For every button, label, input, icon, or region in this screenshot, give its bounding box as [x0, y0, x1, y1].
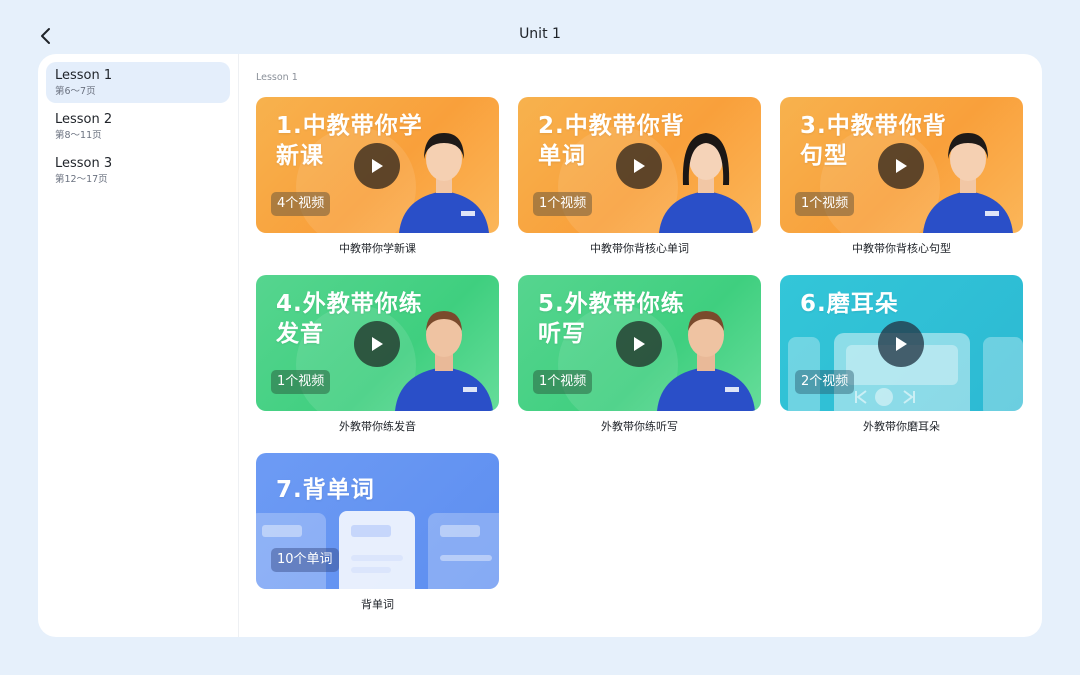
- card-caption: 外教带你磨耳朵: [863, 420, 940, 433]
- video-count-badge: 1个视频: [533, 370, 593, 394]
- sidebar-item-lesson-3[interactable]: Lesson 3 第12～17页: [46, 150, 230, 191]
- card-thumbnail[interactable]: 4.外教带你练发音 1个视频: [256, 275, 499, 411]
- card-thumbnail[interactable]: 3.中教带你背句型 1个视频: [780, 97, 1023, 233]
- card-thumbnail[interactable]: 7.背单词 10个单词: [256, 453, 499, 589]
- video-card-6[interactable]: 6.磨耳朵 2个视频 外教带你磨耳朵: [780, 275, 1023, 453]
- card-caption: 中教带你学新课: [339, 242, 416, 255]
- play-button[interactable]: [616, 143, 662, 189]
- play-icon: [896, 337, 907, 351]
- lesson-content: Lesson 1 1.中教带你学新课 4个视频 中教带你学新课 2.中教带你背单…: [239, 54, 1042, 637]
- page-title: Unit 1: [519, 26, 561, 42]
- play-icon: [372, 159, 383, 173]
- lesson-pages: 第8～11页: [55, 130, 102, 141]
- video-card-3[interactable]: 3.中教带你背句型 1个视频 中教带你背核心句型: [780, 97, 1023, 275]
- play-icon: [634, 337, 645, 351]
- video-count-badge: 1个视频: [795, 192, 855, 216]
- video-count-badge: 1个视频: [271, 370, 331, 394]
- thumbnail-title: 7.背单词: [276, 477, 375, 503]
- sidebar-item-lesson-2[interactable]: Lesson 2 第8～11页: [46, 106, 230, 147]
- thumbnail-title: 6.磨耳朵: [800, 291, 899, 317]
- sidebar-item-lesson-1[interactable]: Lesson 1 第6～7页: [46, 62, 230, 103]
- main-panel: Lesson 1 第6～7页 Lesson 2 第8～11页 Lesson 3 …: [38, 54, 1042, 637]
- lesson-pages: 第6～7页: [55, 86, 96, 97]
- card-thumbnail[interactable]: 2.中教带你背单词 1个视频: [518, 97, 761, 233]
- play-icon: [372, 337, 383, 351]
- card-thumbnail[interactable]: 6.磨耳朵 2个视频: [780, 275, 1023, 411]
- video-card-4[interactable]: 4.外教带你练发音 1个视频 外教带你练发音: [256, 275, 499, 453]
- video-count-badge: 4个视频: [271, 192, 331, 216]
- play-button[interactable]: [878, 321, 924, 367]
- video-card-grid: 1.中教带你学新课 4个视频 中教带你学新课 2.中教带你背单词 1个视频 中教…: [256, 97, 1042, 631]
- play-icon: [634, 159, 645, 173]
- lesson-pages: 第12～17页: [55, 174, 108, 185]
- lesson-name: Lesson 1: [55, 68, 113, 83]
- card-caption: 中教带你背核心单词: [590, 242, 689, 255]
- card-caption: 外教带你练听写: [601, 420, 678, 433]
- card-thumbnail[interactable]: 5.外教带你练听写 1个视频: [518, 275, 761, 411]
- card-caption: 外教带你练发音: [339, 420, 416, 433]
- card-caption: 背单词: [361, 598, 394, 611]
- lesson-name: Lesson 2: [55, 112, 113, 127]
- video-count-badge: 2个视频: [795, 370, 855, 394]
- lesson-sidebar: Lesson 1 第6～7页 Lesson 2 第8～11页 Lesson 3 …: [38, 54, 239, 637]
- play-button[interactable]: [616, 321, 662, 367]
- word-count-badge: 10个单词: [271, 548, 339, 572]
- play-icon: [896, 159, 907, 173]
- section-label: Lesson 1: [256, 72, 298, 83]
- play-button[interactable]: [354, 143, 400, 189]
- card-caption: 中教带你背核心句型: [852, 242, 951, 255]
- lesson-name: Lesson 3: [55, 156, 113, 171]
- video-count-badge: 1个视频: [533, 192, 593, 216]
- video-card-2[interactable]: 2.中教带你背单词 1个视频 中教带你背核心单词: [518, 97, 761, 275]
- card-thumbnail[interactable]: 1.中教带你学新课 4个视频: [256, 97, 499, 233]
- word-card-7[interactable]: 7.背单词 10个单词 背单词: [256, 453, 499, 631]
- play-button[interactable]: [878, 143, 924, 189]
- video-card-5[interactable]: 5.外教带你练听写 1个视频 外教带你练听写: [518, 275, 761, 453]
- play-button[interactable]: [354, 321, 400, 367]
- video-card-1[interactable]: 1.中教带你学新课 4个视频 中教带你学新课: [256, 97, 499, 275]
- top-bar: Unit 1: [0, 0, 1080, 54]
